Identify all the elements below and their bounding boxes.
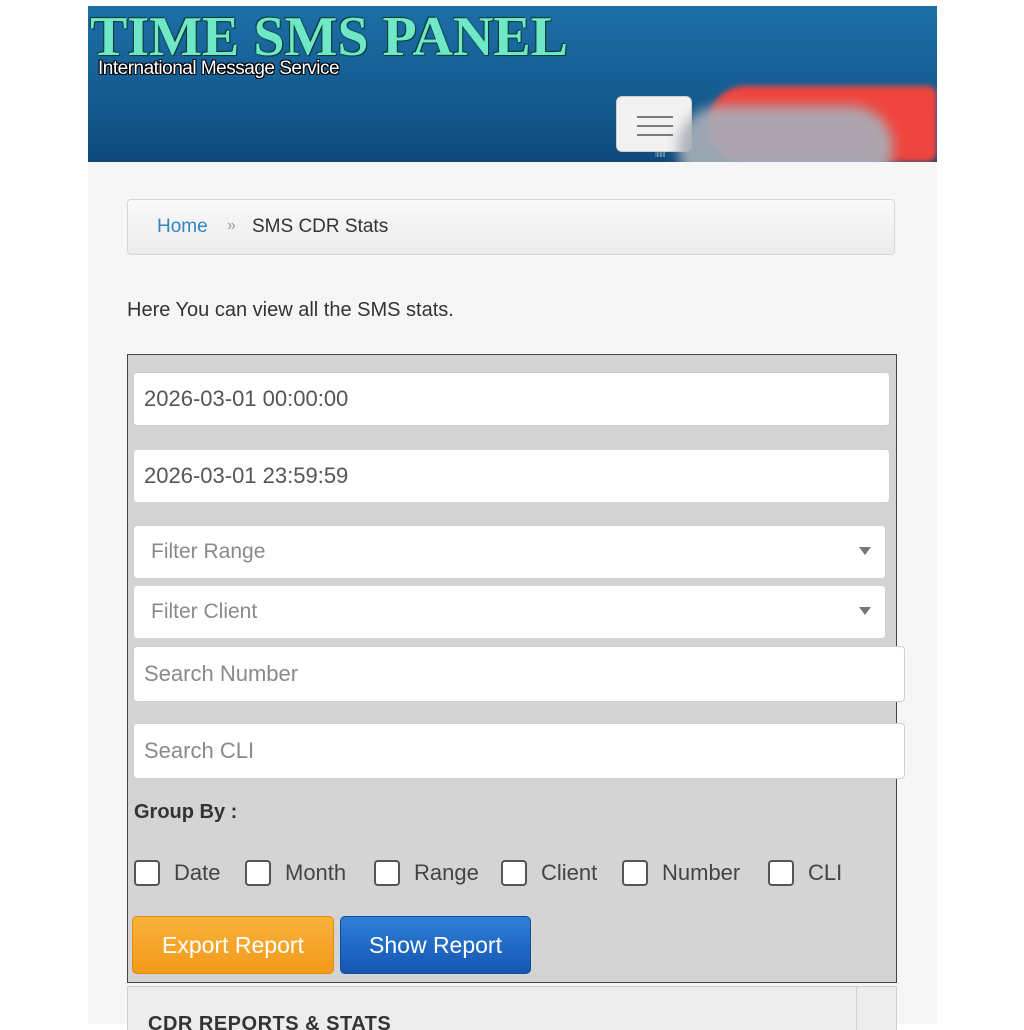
breadcrumb-current: SMS CDR Stats [252, 216, 389, 237]
checkbox-label: Date [174, 860, 221, 885]
group-by-cli-checkbox[interactable]: CLI [768, 860, 842, 886]
search-number-input[interactable]: Search Number [133, 646, 905, 702]
filter-client-placeholder: Filter Client [151, 600, 258, 623]
group-by-number-checkbox[interactable]: Number [622, 860, 740, 886]
checkbox-box[interactable] [134, 860, 160, 886]
breadcrumb: Home » SMS CDR Stats [127, 199, 895, 255]
dropdown-caret-icon [859, 547, 871, 555]
group-by-client-checkbox[interactable]: Client [501, 860, 597, 886]
checkbox-label: CLI [808, 860, 843, 885]
checkbox-label: Client [541, 860, 598, 885]
checkbox-box[interactable] [245, 860, 271, 886]
site-header: TIME SMS PANEL International Message Ser… [88, 6, 937, 162]
hamburger-icon [637, 116, 673, 136]
checkbox-box[interactable] [622, 860, 648, 886]
group-by-label: Group By : [134, 801, 238, 823]
page-intro-text: Here You can view all the SMS stats. [127, 299, 454, 321]
end-datetime-value: 2026-03-01 23:59:59 [144, 463, 349, 488]
checkbox-label: Range [414, 860, 479, 885]
cdr-panel-title: CDR REPORTS & STATS [148, 1013, 392, 1030]
checkbox-label: Month [285, 860, 347, 885]
checkbox-label: Number [662, 860, 741, 885]
dropdown-caret-icon [859, 607, 871, 615]
breadcrumb-home-link[interactable]: Home [157, 216, 208, 238]
cdr-reports-panel: CDR REPORTS & STATS [127, 986, 897, 1030]
checkbox-box[interactable] [501, 860, 527, 886]
checkbox-box[interactable] [374, 860, 400, 886]
checkbox-box[interactable] [768, 860, 794, 886]
start-datetime-value: 2026-03-01 00:00:00 [144, 386, 349, 411]
group-by-range-checkbox[interactable]: Range [374, 860, 479, 886]
filter-client-select[interactable]: Filter Client [133, 585, 886, 639]
start-datetime-input[interactable]: 2026-03-01 00:00:00 [133, 372, 890, 426]
stats-filter-form: 2026-03-01 00:00:00 2026-03-01 23:59:59 … [127, 354, 905, 983]
search-cli-placeholder: Search CLI [144, 738, 255, 763]
brand-tagline: International Message Service [98, 58, 340, 79]
show-report-button[interactable]: Show Report [340, 916, 531, 974]
search-cli-input[interactable]: Search CLI [133, 723, 905, 779]
breadcrumb-separator: » [227, 217, 236, 234]
menu-sub-text: IIIIIII [655, 152, 666, 159]
filter-range-select[interactable]: Filter Range [133, 525, 886, 579]
filter-range-placeholder: Filter Range [151, 540, 266, 563]
group-by-date-checkbox[interactable]: Date [134, 860, 220, 886]
redacted-user-info [678, 106, 893, 162]
export-report-button[interactable]: Export Report [132, 916, 334, 974]
search-number-placeholder: Search Number [144, 661, 299, 686]
end-datetime-input[interactable]: 2026-03-01 23:59:59 [133, 449, 890, 503]
page: TIME SMS PANEL International Message Ser… [88, 6, 937, 1030]
group-by-month-checkbox[interactable]: Month [245, 860, 346, 886]
